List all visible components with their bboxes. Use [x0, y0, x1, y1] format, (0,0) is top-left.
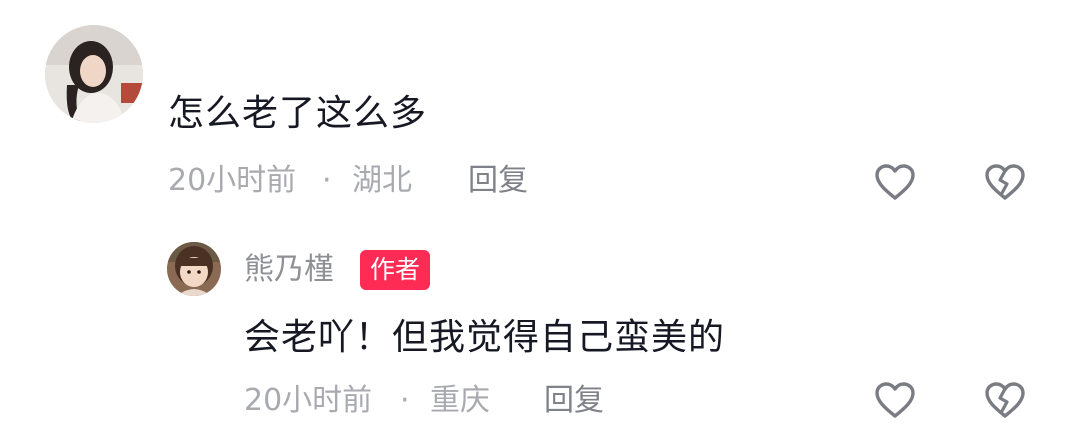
avatar[interactable]: [167, 242, 221, 296]
like-button[interactable]: [871, 376, 919, 424]
heart-outline-icon: [875, 382, 915, 418]
comment-item: 怎么老了这么多 20小时前 · 湖北 回复: [0, 0, 1080, 220]
reply-location: 重庆: [430, 383, 490, 418]
broken-heart-icon: [985, 382, 1025, 418]
avatar[interactable]: [45, 25, 143, 123]
reply-item: 熊乃槿 作者 会老吖！但我觉得自己蛮美的 20小时前 · 重庆 回复: [0, 220, 1080, 438]
reply-button[interactable]: 回复: [544, 386, 604, 416]
dislike-button[interactable]: [981, 376, 1029, 424]
meta-separator: ·: [400, 383, 410, 418]
reply-button[interactable]: 回复: [468, 166, 528, 196]
author-badge: 作者: [360, 250, 431, 290]
heart-outline-icon: [875, 164, 915, 200]
comment-location: 湖北: [352, 163, 412, 198]
dislike-button[interactable]: [981, 158, 1029, 206]
comment-time: 20小时前: [168, 163, 297, 198]
comment-text: 怎么老了这么多: [168, 93, 428, 134]
reply-text: 会老吖！但我觉得自己蛮美的: [244, 317, 726, 358]
meta-separator: ·: [322, 163, 332, 198]
reply-time: 20小时前: [244, 383, 373, 418]
reply-username[interactable]: 熊乃槿: [244, 255, 334, 285]
like-button[interactable]: [871, 158, 919, 206]
broken-heart-icon: [985, 164, 1025, 200]
